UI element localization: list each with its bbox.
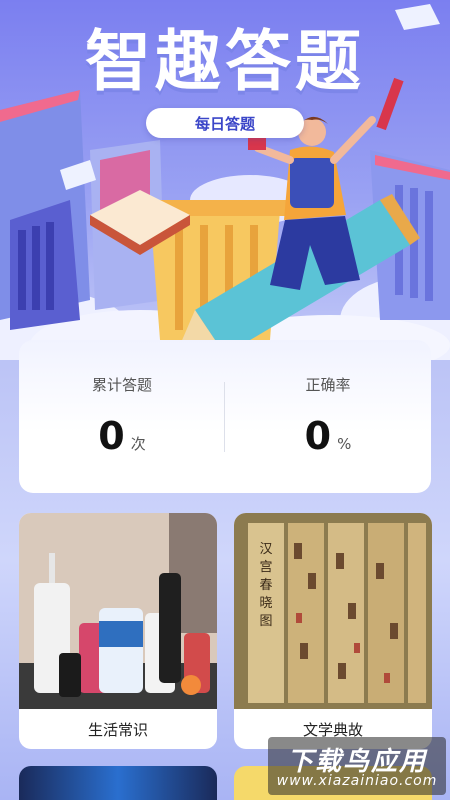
stat-value: 0 — [98, 414, 125, 458]
svg-text:图: 图 — [259, 614, 272, 629]
stat-unit: 次 — [130, 435, 146, 453]
stat-label: 累计答题 — [91, 376, 152, 394]
total-answered-stat: 累计答题 0 次 — [19, 340, 225, 493]
hero-banner: 智趣答题 每日答题 — [0, 0, 450, 360]
category-card-literature[interactable]: 汉 宫 春 晓 图 文学典故 — [234, 513, 432, 749]
app-title: 智趣答题 — [85, 23, 365, 100]
watermark-sub-text: www.xiazainiao.com — [276, 773, 438, 789]
stat-label: 正确率 — [305, 376, 351, 394]
daily-quiz-button[interactable]: 每日答题 — [146, 108, 304, 138]
svg-text:春: 春 — [259, 578, 272, 593]
category-label: 生活常识 — [87, 720, 148, 739]
category-card-life[interactable]: 生活常识 — [19, 513, 217, 749]
scroll-painting-image: 汉 宫 春 晓 图 — [234, 513, 432, 709]
svg-text:汉: 汉 — [259, 542, 272, 557]
svg-text:宫: 宫 — [259, 560, 272, 575]
stat-value: 0 — [304, 414, 332, 458]
accuracy-stat: 正确率 0 % — [225, 340, 431, 493]
toiletries-image — [19, 513, 217, 709]
svg-text:晓: 晓 — [259, 596, 272, 611]
category-card-partial-1[interactable] — [19, 766, 217, 800]
watermark: 下载鸟应用 www.xiazainiao.com — [268, 737, 446, 795]
stat-unit: % — [337, 435, 352, 453]
stats-card: 累计答题 0 次 正确率 0 % — [19, 340, 431, 493]
